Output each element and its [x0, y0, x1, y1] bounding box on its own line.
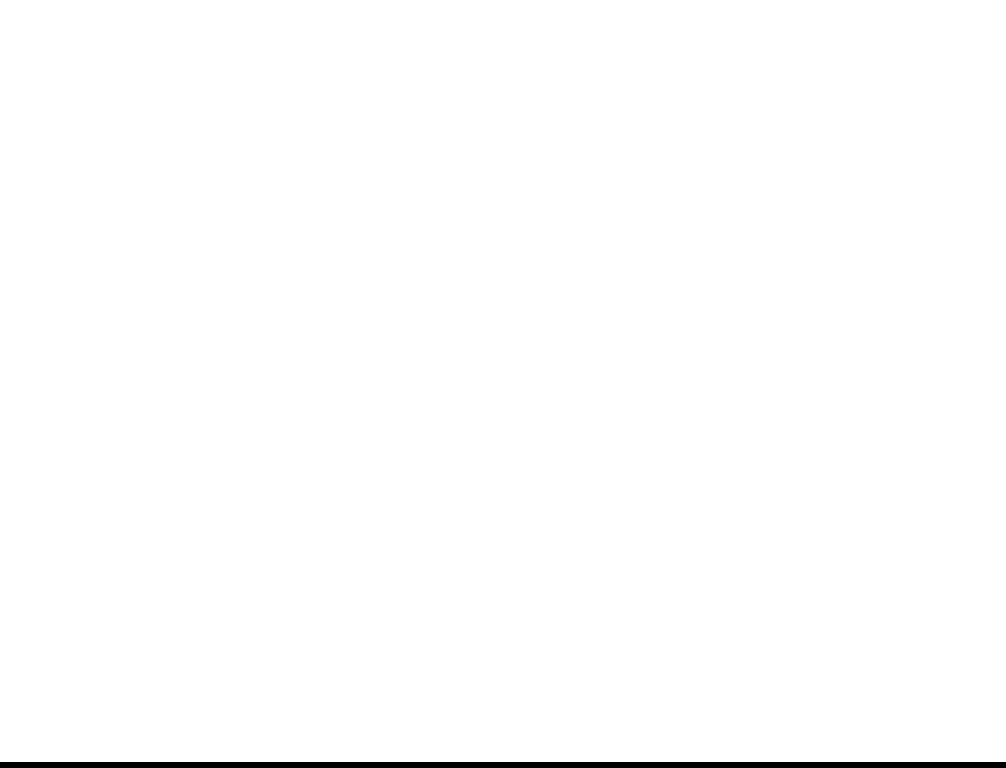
blank-content-area [0, 0, 1006, 762]
bottom-edge-bar [0, 762, 1006, 768]
blank-screen [0, 0, 1006, 768]
